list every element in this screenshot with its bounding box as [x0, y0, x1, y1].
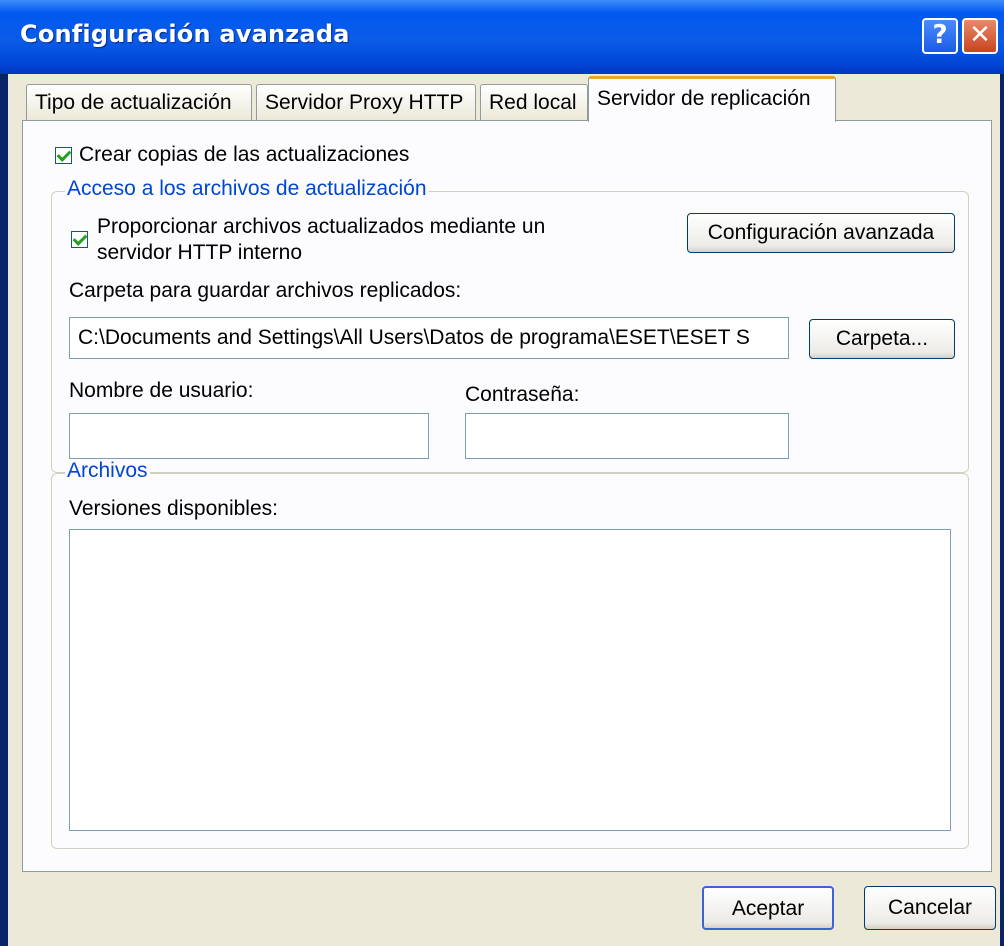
tab-panel: Crear copias de las actualizaciones Acce…: [22, 120, 992, 872]
password-label: Contraseña:: [465, 383, 580, 406]
versions-list[interactable]: [69, 529, 951, 831]
close-icon[interactable]: ✕: [962, 18, 998, 54]
folder-path-value: C:\Documents and Settings\All Users\Dato…: [78, 326, 750, 349]
username-field[interactable]: [69, 413, 429, 459]
title-bar[interactable]: Configuración avanzada ? ✕: [0, 0, 1004, 74]
folder-button[interactable]: Carpeta...: [809, 319, 955, 359]
cancel-button-label: Cancelar: [887, 896, 973, 919]
files-group-legend: Archivos: [65, 459, 150, 483]
tab-red-local[interactable]: Red local: [480, 84, 588, 120]
tab-label: Tipo de actualización: [35, 91, 232, 114]
provide-http-label-line1: Proporcionar archivos actualizados media…: [97, 215, 546, 238]
tab-label: Red local: [489, 91, 577, 114]
tab-servidor-proxy[interactable]: Servidor Proxy HTTP: [256, 84, 476, 120]
access-group-legend: Acceso a los archivos de actualización: [65, 177, 429, 201]
advanced-config-button-label: Configuración avanzada: [707, 221, 935, 244]
folder-path-field[interactable]: C:\Documents and Settings\All Users\Dato…: [69, 317, 789, 359]
tab-tipo-de-actualizacion[interactable]: Tipo de actualización: [26, 84, 252, 120]
password-field[interactable]: [465, 413, 789, 459]
window-title: Configuración avanzada: [20, 20, 350, 48]
folder-label: Carpeta para guardar archivos replicados…: [69, 279, 462, 302]
folder-button-label: Carpeta...: [835, 327, 929, 350]
dialog-window: Configuración avanzada ? ✕ Tipo de actua…: [0, 0, 1004, 946]
tab-label: Servidor de replicación: [597, 87, 811, 110]
dialog-client: Tipo de actualización Servidor Proxy HTT…: [8, 74, 1000, 946]
cancel-button[interactable]: Cancelar: [864, 886, 996, 930]
create-copies-label: Crear copias de las actualizaciones: [79, 143, 410, 166]
provide-http-label-line2: servidor HTTP interno: [97, 241, 303, 264]
username-label: Nombre de usuario:: [69, 379, 254, 402]
tab-label: Servidor Proxy HTTP: [265, 91, 464, 114]
versions-label: Versiones disponibles:: [69, 497, 278, 520]
create-copies-checkbox[interactable]: [55, 147, 72, 164]
ok-button-label: Aceptar: [731, 897, 805, 920]
ok-button[interactable]: Aceptar: [702, 886, 834, 930]
advanced-config-button[interactable]: Configuración avanzada: [687, 213, 955, 253]
help-icon[interactable]: ?: [922, 18, 958, 54]
provide-http-checkbox[interactable]: [71, 231, 88, 248]
tab-servidor-de-replicacion[interactable]: Servidor de replicación: [588, 76, 836, 122]
